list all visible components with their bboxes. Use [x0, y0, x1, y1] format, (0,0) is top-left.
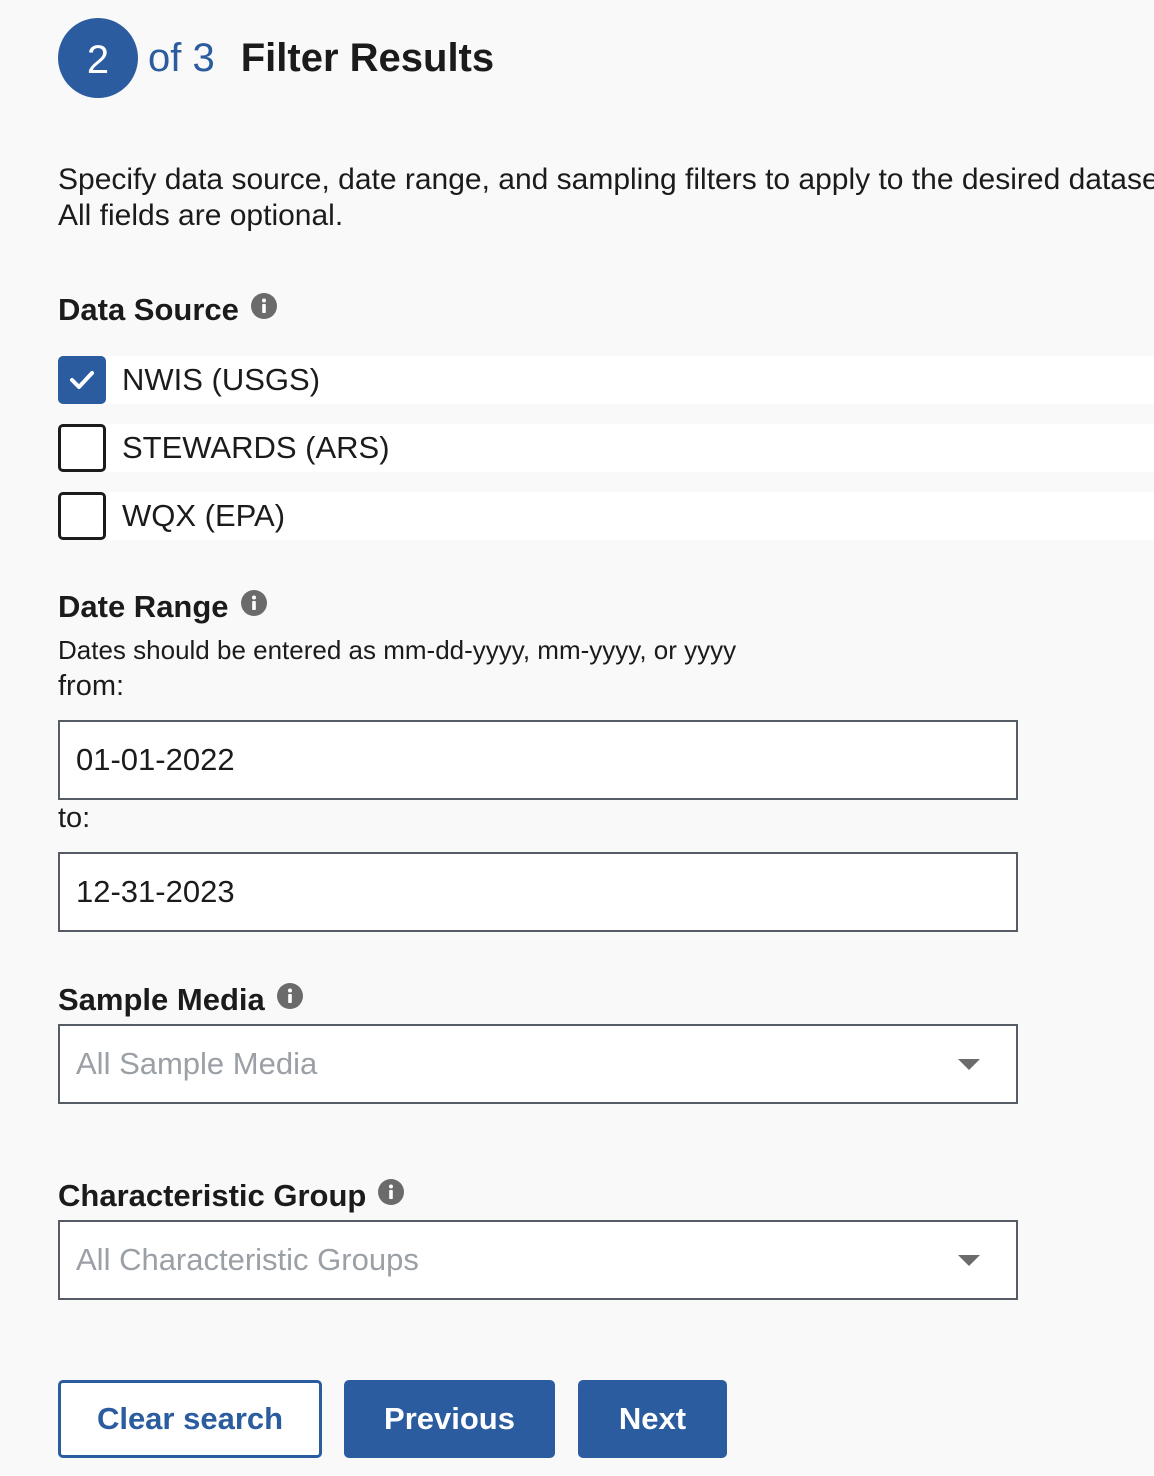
characteristic-group-label: Characteristic Group — [58, 1177, 405, 1214]
checkbox-label-nwis[interactable]: NWIS (USGS) — [122, 362, 320, 398]
intro-line-2: All fields are optional. — [58, 199, 344, 232]
step-number-badge: 2 — [58, 18, 138, 98]
checkbox-row-stewards[interactable]: STEWARDS (ARS) — [58, 424, 1154, 472]
step-total: of 3 — [148, 35, 215, 80]
info-icon[interactable] — [378, 1177, 405, 1205]
checkbox-nwis[interactable] — [58, 356, 106, 404]
checkbox-wqx[interactable] — [58, 492, 106, 540]
chevron-down-icon[interactable] — [958, 1254, 980, 1266]
characteristic-group-label-text: Characteristic Group — [58, 1178, 367, 1213]
sample-media-value[interactable]: All Sample Media — [76, 1046, 958, 1082]
date-range-label: Date Range — [58, 589, 267, 625]
data-source-label-text: Data Source — [58, 292, 239, 327]
to-date-input[interactable] — [58, 852, 1018, 932]
clear-search-button[interactable]: Clear search — [58, 1380, 322, 1458]
info-icon[interactable] — [276, 981, 303, 1009]
sample-media-label-text: Sample Media — [58, 982, 265, 1017]
form-actions: Clear search Previous Next — [58, 1380, 727, 1458]
characteristic-group-select[interactable]: All Characteristic Groups — [58, 1220, 1018, 1300]
previous-button[interactable]: Previous — [344, 1380, 555, 1458]
intro-text: Specify data source, date range, and sam… — [58, 162, 1154, 234]
step-header: 2 of 3 Filter Results — [58, 18, 1154, 98]
date-format-hint: Dates should be entered as mm-dd-yyyy, m… — [58, 635, 737, 665]
checkbox-label-wqx[interactable]: WQX (EPA) — [122, 498, 285, 534]
date-range-label-text: Date Range — [58, 589, 229, 624]
checkbox-stewards[interactable] — [58, 424, 106, 472]
to-label: to: — [58, 802, 91, 834]
sample-media-label: Sample Media — [58, 982, 303, 1018]
checkmark-icon — [70, 371, 94, 389]
from-date-input[interactable] — [58, 720, 1018, 800]
intro-line-1: Specify data source, date range, and sam… — [58, 163, 1154, 196]
from-label: from: — [58, 670, 125, 702]
checkbox-row-nwis[interactable]: NWIS (USGS) — [58, 356, 1154, 404]
sample-media-select[interactable]: All Sample Media — [58, 1024, 1018, 1104]
info-icon[interactable] — [240, 588, 267, 616]
characteristic-group-value[interactable]: All Characteristic Groups — [76, 1242, 958, 1278]
checkbox-row-wqx[interactable]: WQX (EPA) — [58, 492, 1154, 540]
chevron-down-icon[interactable] — [958, 1058, 980, 1070]
info-icon[interactable] — [250, 291, 277, 319]
data-source-label: Data Source — [58, 292, 277, 328]
next-button[interactable]: Next — [578, 1380, 727, 1458]
checkbox-label-stewards[interactable]: STEWARDS (ARS) — [122, 430, 390, 466]
page-title: Filter Results — [240, 35, 495, 80]
